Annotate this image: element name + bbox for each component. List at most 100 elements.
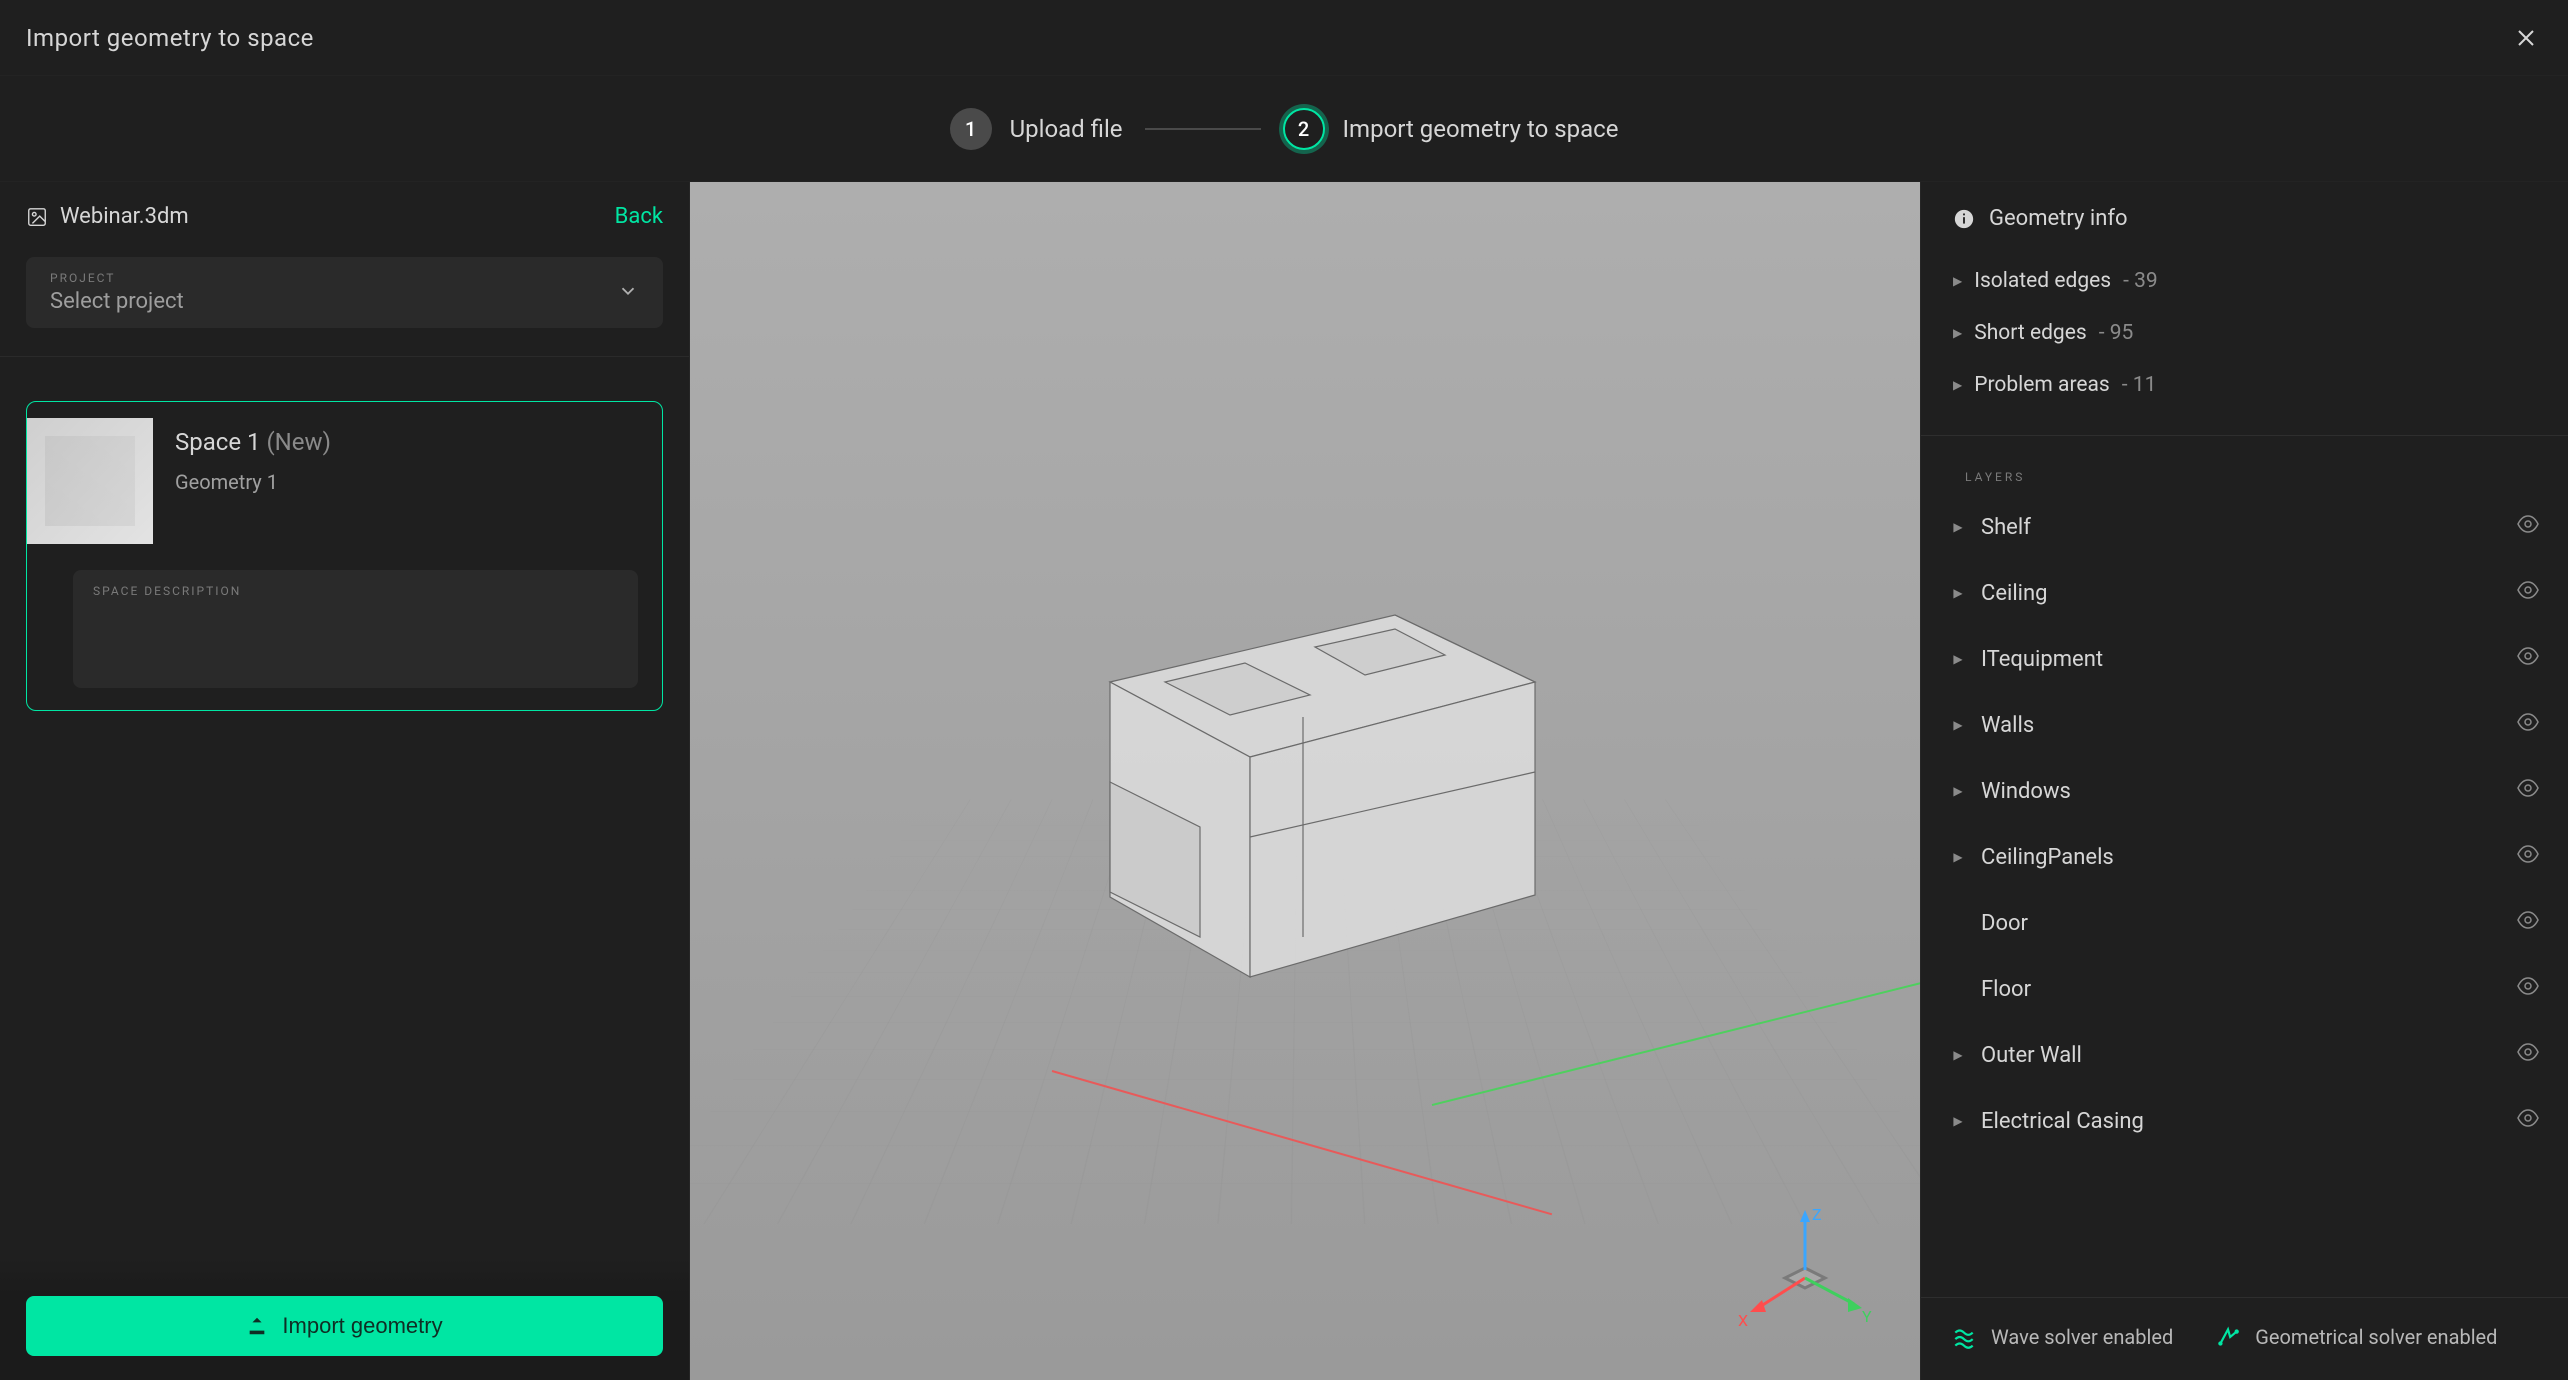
step-number-1: 1 xyxy=(950,108,992,150)
import-button-label: Import geometry xyxy=(282,1313,442,1339)
visibility-toggle[interactable] xyxy=(2516,710,2540,740)
main-row: Webinar.3dm Back PROJECT Select project xyxy=(0,182,2568,1380)
geometry-info-name: Short edges xyxy=(1974,321,2086,345)
step-upload[interactable]: 1 Upload file xyxy=(950,108,1123,150)
solver-status-row: Wave solver enabled Geometrical solver e… xyxy=(1921,1297,2568,1380)
project-select-value: Select project xyxy=(50,289,184,314)
geometry-info-item[interactable]: ▶ Problem areas - 11 xyxy=(1953,359,2536,411)
geometry-info-item[interactable]: ▶ Short edges - 95 xyxy=(1953,307,2536,359)
modal-title: Import geometry to space xyxy=(26,24,314,52)
gizmo-x-label: X xyxy=(1738,1311,1748,1330)
layer-name: Floor xyxy=(1967,977,2516,1002)
close-icon xyxy=(2514,26,2538,50)
layer-row[interactable]: ▶Floor xyxy=(1945,956,2544,1022)
layers-header: LAYERS xyxy=(1945,470,2544,494)
chevron-down-icon xyxy=(617,280,639,306)
space-subtitle: Geometry 1 xyxy=(175,470,331,494)
step-import[interactable]: 2 Import geometry to space xyxy=(1283,108,1619,150)
layer-name: Shelf xyxy=(1967,515,2516,540)
space-title: Space 1 (New) xyxy=(175,428,331,456)
layer-row[interactable]: ▶ITequipment xyxy=(1945,626,2544,692)
layer-row[interactable]: ▶Door xyxy=(1945,890,2544,956)
geometrical-solver-label: Geometrical solver enabled xyxy=(2255,1324,2497,1350)
visibility-toggle[interactable] xyxy=(2516,512,2540,542)
close-button[interactable] xyxy=(2510,22,2542,54)
geometry-solver-icon xyxy=(2215,1324,2241,1350)
file-row: Webinar.3dm xyxy=(26,204,189,229)
project-select[interactable]: PROJECT Select project xyxy=(26,257,663,328)
geometry-info-title: Geometry info xyxy=(1989,206,2128,231)
modal-titlebar: Import geometry to space xyxy=(0,0,2568,76)
upload-icon xyxy=(246,1315,268,1337)
visibility-toggle[interactable] xyxy=(2516,842,2540,872)
left-panel: Webinar.3dm Back PROJECT Select project xyxy=(0,182,690,1380)
caret-right-icon: ▶ xyxy=(1949,718,1967,732)
gizmo-z-label: Z xyxy=(1812,1205,1822,1224)
space-description-label: SPACE DESCRIPTION xyxy=(93,584,618,598)
back-link[interactable]: Back xyxy=(615,204,663,229)
caret-right-icon: ▶ xyxy=(1953,326,1962,340)
layer-name: ITequipment xyxy=(1967,647,2516,672)
layer-name: Outer Wall xyxy=(1967,1043,2516,1068)
step-connector xyxy=(1145,128,1261,130)
layer-row[interactable]: ▶Walls xyxy=(1945,692,2544,758)
caret-right-icon: ▶ xyxy=(1953,378,1962,392)
building-model xyxy=(1015,507,1595,1007)
caret-right-icon: ▶ xyxy=(1949,586,1967,600)
visibility-toggle[interactable] xyxy=(2516,908,2540,938)
caret-right-icon: ▶ xyxy=(1949,850,1967,864)
layer-row[interactable]: ▶Outer Wall xyxy=(1945,1022,2544,1088)
layer-name: Door xyxy=(1967,911,2516,936)
visibility-toggle[interactable] xyxy=(2516,1106,2540,1136)
project-select-label: PROJECT xyxy=(50,271,184,285)
right-panel: Geometry info ▶ Isolated edges - 39 ▶ Short… xyxy=(1920,182,2568,1380)
layer-row[interactable]: ▶Windows xyxy=(1945,758,2544,824)
stepper: 1 Upload file 2 Import geometry to space xyxy=(0,76,2568,182)
left-footer: Import geometry xyxy=(0,1258,689,1380)
layer-row[interactable]: ▶CeilingPanels xyxy=(1945,824,2544,890)
step-label-2: Import geometry to space xyxy=(1343,115,1619,143)
import-modal: Import geometry to space 1 Upload file 2… xyxy=(0,0,2568,1380)
caret-right-icon: ▶ xyxy=(1949,652,1967,666)
layer-row[interactable]: ▶Electrical Casing xyxy=(1945,1088,2544,1154)
layer-row[interactable]: ▶Ceiling xyxy=(1945,560,2544,626)
step-label-1: Upload file xyxy=(1010,115,1123,143)
3d-viewport[interactable]: Z X Y xyxy=(690,182,1920,1380)
step-number-2: 2 xyxy=(1283,108,1325,150)
wave-solver-label: Wave solver enabled xyxy=(1991,1324,2173,1350)
geometry-info-section: Geometry info ▶ Isolated edges - 39 ▶ Short… xyxy=(1921,182,2568,429)
geometry-info-count: - 95 xyxy=(2099,321,2134,345)
visibility-toggle[interactable] xyxy=(2516,776,2540,806)
visibility-toggle[interactable] xyxy=(2516,644,2540,674)
space-description-input[interactable]: SPACE DESCRIPTION xyxy=(73,570,638,688)
left-header: Webinar.3dm Back xyxy=(0,182,689,237)
geometry-info-count: - 39 xyxy=(2123,269,2158,293)
gizmo-y-label: Y xyxy=(1862,1307,1872,1326)
wave-icon xyxy=(1951,1324,1977,1350)
geometry-info-name: Problem areas xyxy=(1974,373,2110,397)
wave-solver-status: Wave solver enabled xyxy=(1951,1324,2173,1350)
layer-row[interactable]: ▶Shelf xyxy=(1945,494,2544,560)
geometry-info-name: Isolated edges xyxy=(1974,269,2111,293)
left-divider xyxy=(0,356,689,357)
caret-right-icon: ▶ xyxy=(1949,1114,1967,1128)
caret-right-icon: ▶ xyxy=(1953,274,1962,288)
geometry-info-count: - 11 xyxy=(2122,373,2157,397)
visibility-toggle[interactable] xyxy=(2516,1040,2540,1070)
caret-right-icon: ▶ xyxy=(1949,784,1967,798)
caret-right-icon: ▶ xyxy=(1949,1048,1967,1062)
layer-name: CeilingPanels xyxy=(1967,845,2516,870)
visibility-toggle[interactable] xyxy=(2516,974,2540,1004)
image-icon xyxy=(26,206,48,228)
axis-gizmo[interactable]: Z X Y xyxy=(1730,1200,1880,1350)
geometry-info-item[interactable]: ▶ Isolated edges - 39 xyxy=(1953,255,2536,307)
file-name: Webinar.3dm xyxy=(60,204,189,229)
info-icon xyxy=(1953,208,1975,230)
layer-name: Walls xyxy=(1967,713,2516,738)
visibility-toggle[interactable] xyxy=(2516,578,2540,608)
layer-name: Windows xyxy=(1967,779,2516,804)
space-card[interactable]: Space 1 (New) Geometry 1 SPACE DESCRIPTI… xyxy=(26,401,663,711)
space-thumbnail xyxy=(27,418,153,544)
geometrical-solver-status: Geometrical solver enabled xyxy=(2215,1324,2497,1350)
import-geometry-button[interactable]: Import geometry xyxy=(26,1296,663,1356)
